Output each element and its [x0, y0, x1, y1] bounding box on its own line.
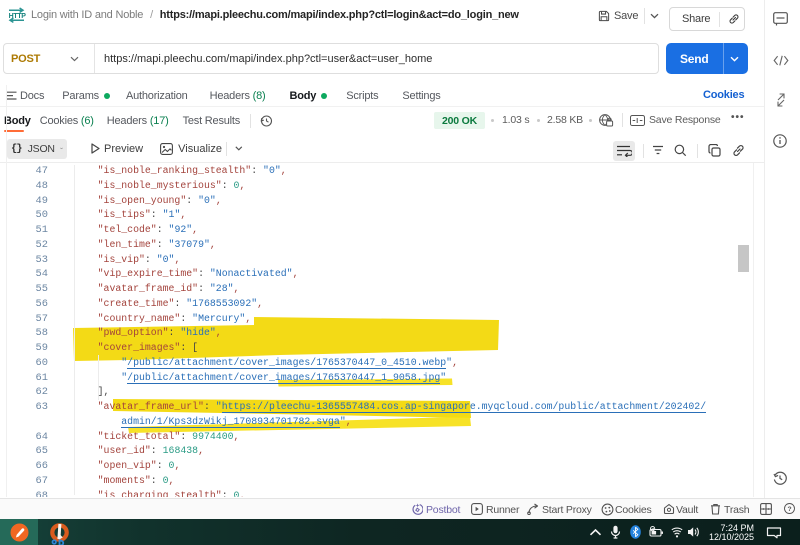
svg-text:?: ?	[788, 506, 792, 513]
